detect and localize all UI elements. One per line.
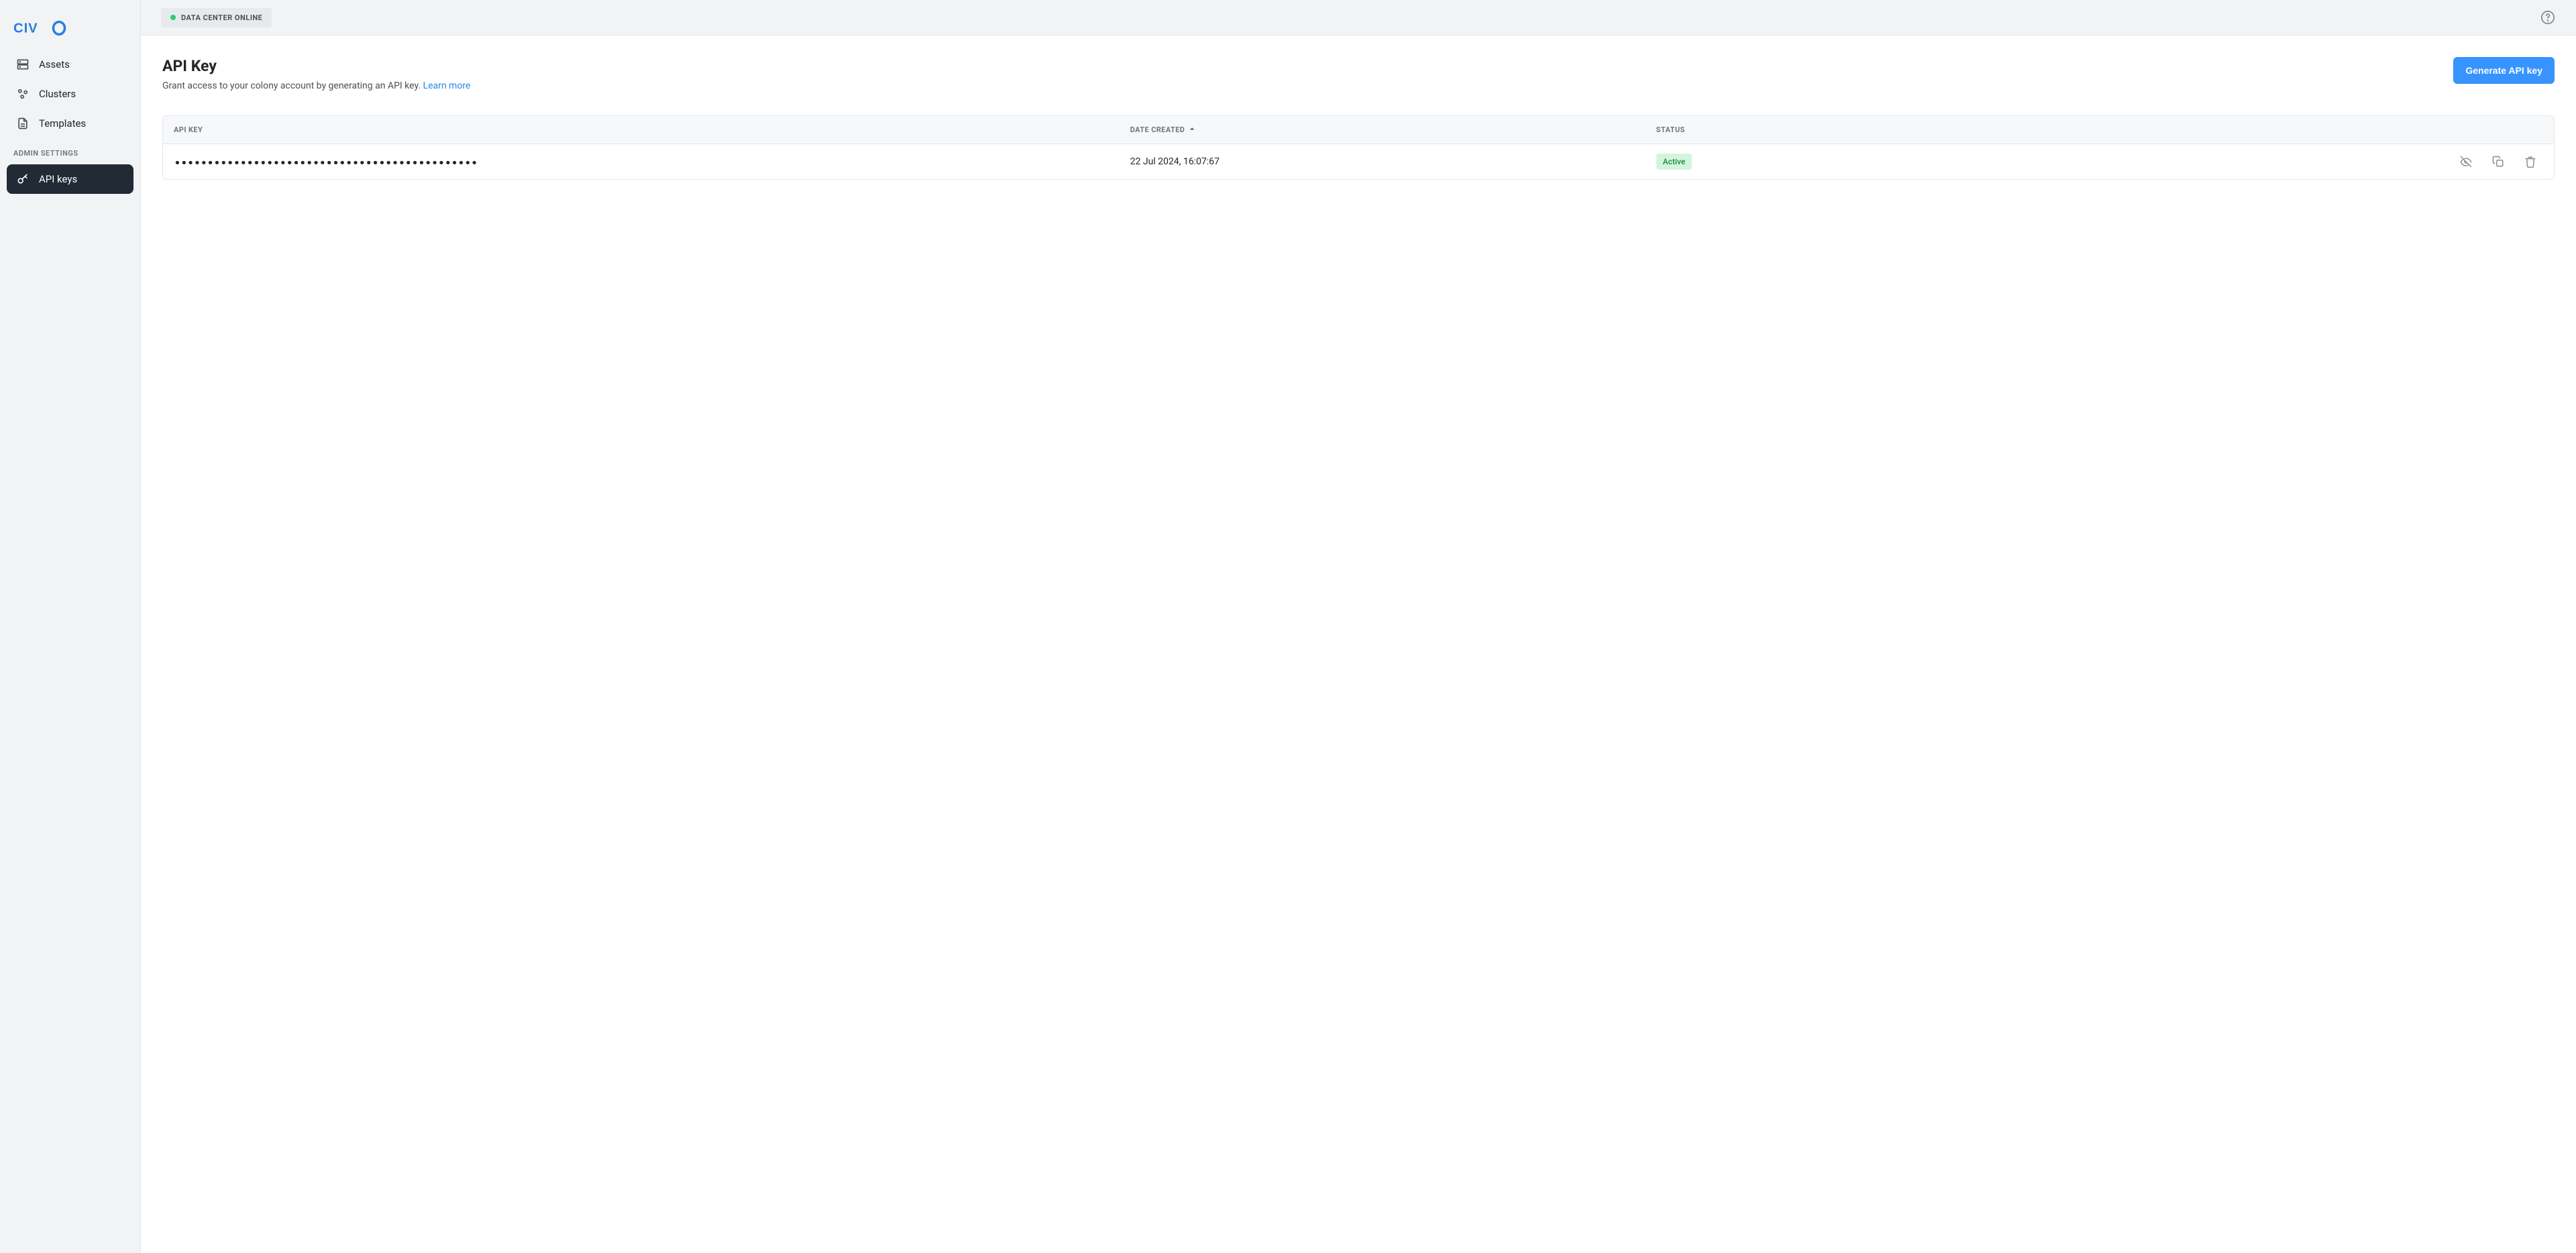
cell-actions [2123, 146, 2554, 177]
column-header-actions [2123, 116, 2554, 144]
help-button[interactable] [2540, 9, 2556, 25]
column-header-date-created[interactable]: DATE CREATED [1120, 116, 1646, 144]
column-header-status[interactable]: STATUS [1646, 116, 2124, 144]
sidebar-item-label: Templates [39, 117, 86, 129]
reveal-key-button[interactable] [2460, 156, 2472, 168]
delete-key-button[interactable] [2524, 156, 2536, 168]
table-row: ••••••••••••••••••••••••••••••••••••••••… [163, 144, 2554, 179]
sidebar-item-templates[interactable]: Templates [7, 109, 133, 138]
sidebar-item-api-keys[interactable]: API keys [7, 164, 133, 194]
cluster-icon [16, 87, 30, 101]
datacenter-status-chip: DATA CENTER ONLINE [161, 8, 272, 28]
sidebar: CIV Assets [0, 0, 141, 1253]
page-description-text: Grant access to your colony account by g… [162, 80, 423, 91]
table-header-row: API KEY DATE CREATED STATUS [163, 116, 2554, 144]
column-header-api-key[interactable]: API KEY [163, 116, 1120, 144]
sidebar-section-label: ADMIN SETTINGS [7, 138, 133, 164]
status-badge: Active [1656, 154, 1693, 170]
svg-text:CIV: CIV [13, 21, 38, 36]
copy-key-button[interactable] [2492, 156, 2504, 168]
status-text: DATA CENTER ONLINE [181, 13, 262, 22]
app-root: CIV Assets [0, 0, 2576, 1253]
cell-status: Active [1646, 144, 2124, 179]
cell-date-created: 22 Jul 2024, 16:07:67 [1120, 147, 1646, 176]
main-area: DATA CENTER ONLINE API Key Grant access … [141, 0, 2576, 1253]
server-icon [16, 58, 30, 71]
generate-api-key-button[interactable]: Generate API key [2453, 57, 2555, 84]
api-key-masked: ••••••••••••••••••••••••••••••••••••••••… [174, 158, 478, 170]
api-keys-table: API KEY DATE CREATED STATUS ••••••••••••… [162, 115, 2555, 180]
page-heading-block: API Key Grant access to your colony acco… [162, 57, 470, 91]
learn-more-link[interactable]: Learn more [423, 80, 471, 91]
page-header: API Key Grant access to your colony acco… [162, 57, 2555, 91]
key-icon [16, 172, 30, 186]
sidebar-item-label: Clusters [39, 88, 76, 100]
brand-logo[interactable]: CIV [7, 13, 133, 50]
topbar: DATA CENTER ONLINE [141, 0, 2576, 36]
sidebar-item-assets[interactable]: Assets [7, 50, 133, 79]
page-content: API Key Grant access to your colony acco… [141, 36, 2576, 1253]
sidebar-item-label: API keys [39, 173, 77, 185]
cell-api-key: ••••••••••••••••••••••••••••••••••••••••… [163, 146, 1120, 177]
sidebar-item-label: Assets [39, 58, 70, 70]
page-description: Grant access to your colony account by g… [162, 80, 470, 91]
sort-ascending-icon [1189, 125, 1195, 134]
document-icon [16, 117, 30, 130]
column-header-label: DATE CREATED [1130, 125, 1185, 134]
status-dot-icon [170, 15, 176, 20]
sidebar-item-clusters[interactable]: Clusters [7, 79, 133, 109]
page-title: API Key [162, 57, 470, 75]
